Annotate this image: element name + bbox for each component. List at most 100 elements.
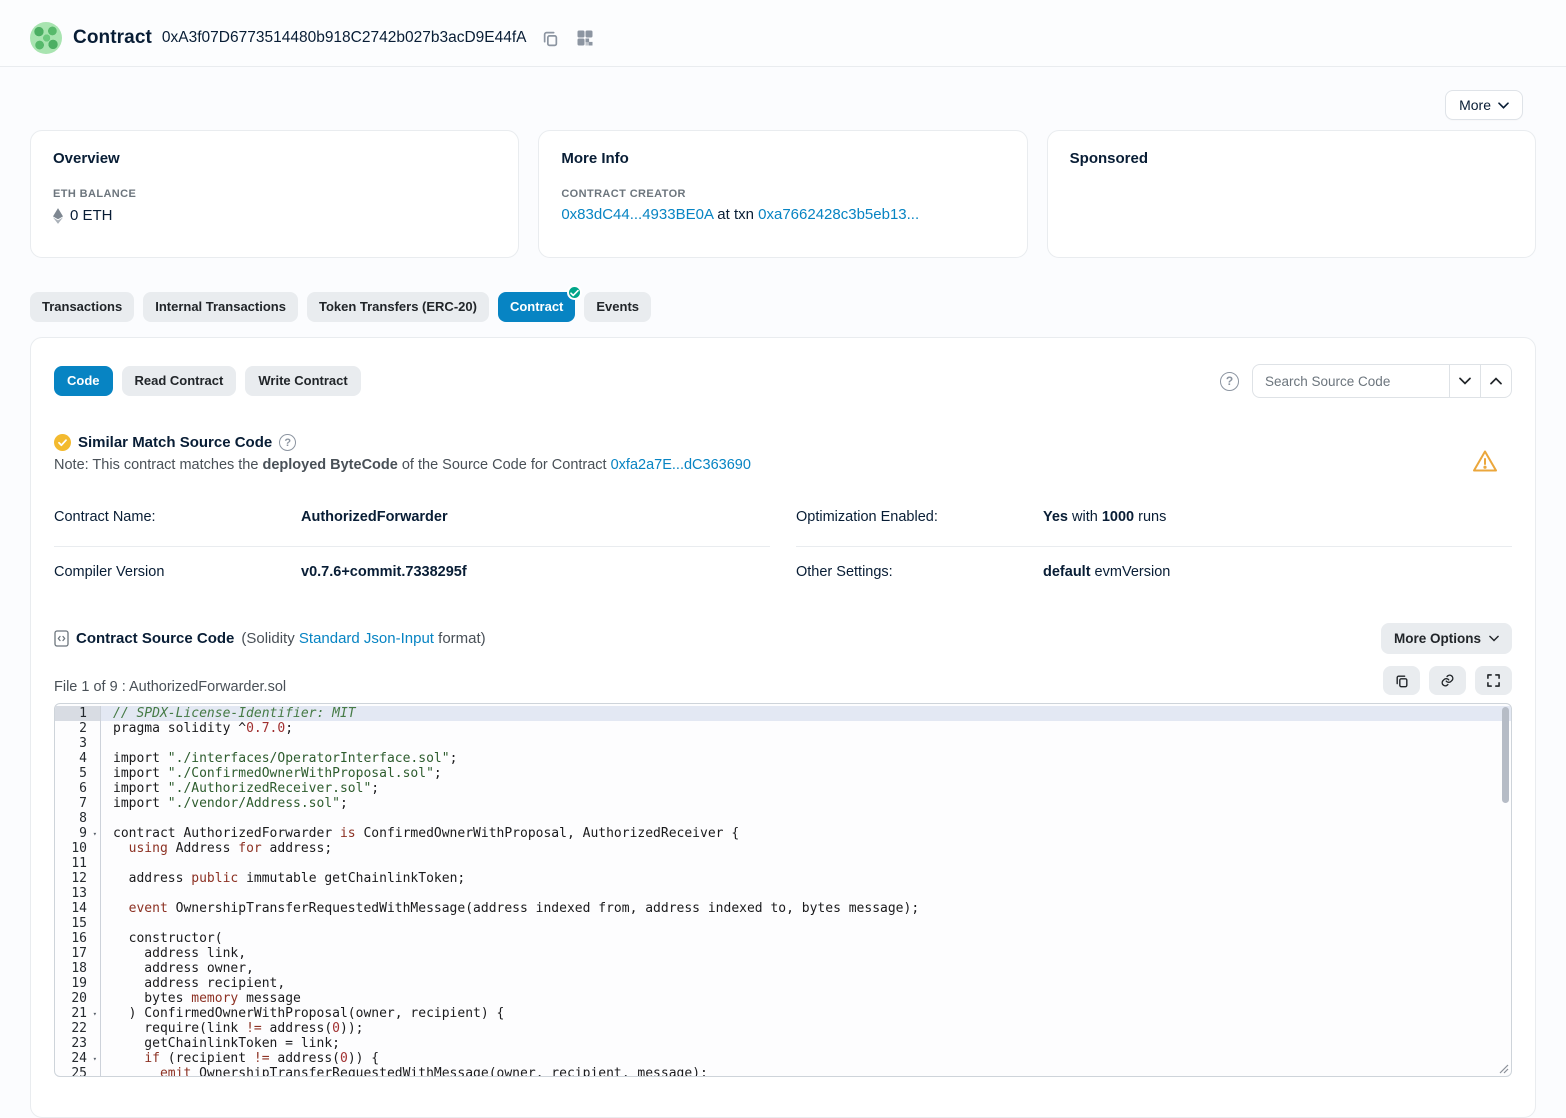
line-number: 16 — [55, 931, 100, 946]
tab-events[interactable]: Events — [584, 292, 651, 322]
code-line: constructor( — [101, 931, 1511, 946]
source-code-editor[interactable]: 123456789▾101112131415161718192021▾22232… — [54, 703, 1512, 1077]
optimization-value: Yes with 1000 runs — [1043, 509, 1166, 525]
line-number: 24▾ — [55, 1051, 100, 1066]
search-source-input[interactable] — [1252, 364, 1450, 398]
code-line: import "./vendor/Address.sol"; — [101, 796, 1511, 811]
line-number: 15 — [55, 916, 100, 931]
line-number: 18 — [55, 961, 100, 976]
tab-token-transfers-erc-20[interactable]: Token Transfers (ERC-20) — [307, 292, 489, 322]
contract-name-value: AuthorizedForwarder — [301, 509, 448, 525]
code-line: event OwnershipTransferRequestedWithMess… — [101, 901, 1511, 916]
fold-toggle-icon[interactable]: ▾ — [93, 827, 97, 842]
help-icon[interactable]: ? — [1220, 372, 1239, 391]
expand-icon-button[interactable] — [1475, 666, 1512, 695]
help-icon[interactable]: ? — [279, 434, 296, 451]
code-line: import "./AuthorizedReceiver.sol"; — [101, 781, 1511, 796]
tab-transactions[interactable]: Transactions — [30, 292, 134, 322]
match-note: Note: This contract matches the deployed… — [54, 457, 1472, 473]
page-title: Contract — [73, 27, 152, 49]
code-line: address public immutable getChainlinkTok… — [101, 871, 1511, 886]
contract-info-grid: Contract Name: AuthorizedForwarder Compi… — [54, 499, 1512, 601]
link-icon — [1440, 673, 1455, 688]
search-prev-button[interactable] — [1450, 364, 1481, 398]
sponsored-title: Sponsored — [1070, 150, 1513, 167]
permalink-button[interactable] — [1429, 666, 1466, 695]
subtab-read-contract[interactable]: Read Contract — [122, 366, 237, 396]
contract-creator-label: CONTRACT CREATOR — [561, 188, 1004, 200]
source-code-header: Contract Source Code (Solidity Standard … — [54, 623, 1512, 654]
fold-toggle-icon[interactable]: ▾ — [93, 1052, 97, 1067]
overview-title: Overview — [53, 150, 496, 167]
contract-identicon — [30, 22, 62, 54]
line-number: 3 — [55, 736, 100, 751]
line-number: 11 — [55, 856, 100, 871]
code-line: import "./ConfirmedOwnerWithProposal.sol… — [101, 766, 1511, 781]
line-number: 25 — [55, 1066, 100, 1077]
code-subtabs: Code Read Contract Write Contract — [54, 366, 361, 396]
code-file-icon — [54, 630, 69, 647]
line-number: 4 — [55, 751, 100, 766]
code-line: getChainlinkToken = link; — [101, 1036, 1511, 1051]
optimization-label: Optimization Enabled: — [796, 509, 1043, 525]
contract-address: 0xA3f07D6773514480b918C2742b027b3acD9E44… — [162, 29, 527, 47]
other-settings-row: Other Settings: default evmVersion — [796, 547, 1512, 601]
code-line: require(link != address(0)); — [101, 1021, 1511, 1036]
subtab-code[interactable]: Code — [54, 366, 113, 396]
qr-code-icon — [577, 30, 593, 46]
contract-panel: Code Read Contract Write Contract ? — [30, 337, 1536, 1118]
line-number: 23 — [55, 1036, 100, 1051]
overview-card: Overview ETH BALANCE 0 ETH — [30, 130, 519, 258]
code-line: contract AuthorizedForwarder is Confirme… — [101, 826, 1511, 841]
matched-contract-link[interactable]: 0xfa2a7E...dC363690 — [611, 457, 751, 473]
qr-code-button[interactable] — [575, 28, 595, 48]
editor-scrollbar[interactable] — [1502, 707, 1509, 803]
json-input-link[interactable]: Standard Json-Input — [299, 630, 434, 647]
creation-txn-link[interactable]: 0xa7662428c3b5eb13... — [758, 206, 919, 223]
line-number: 17 — [55, 946, 100, 961]
creator-address-link[interactable]: 0x83dC44...4933BE0A — [561, 206, 713, 223]
code-line — [101, 811, 1511, 826]
eth-balance-label: ETH BALANCE — [53, 188, 496, 200]
search-next-button[interactable] — [1481, 364, 1512, 398]
tab-label: Events — [596, 299, 639, 314]
line-number: 19 — [55, 976, 100, 991]
line-number: 1 — [55, 706, 100, 721]
code-line — [101, 916, 1511, 931]
summary-cards: Overview ETH BALANCE 0 ETH More Info CON… — [0, 130, 1566, 258]
code-line — [101, 736, 1511, 751]
code-line: import "./interfaces/OperatorInterface.s… — [101, 751, 1511, 766]
tab-contract[interactable]: Contract — [498, 292, 575, 322]
copy-address-button[interactable] — [540, 28, 561, 49]
page-header: Contract 0xA3f07D6773514480b918C2742b027… — [0, 0, 1566, 67]
tab-label: Internal Transactions — [155, 299, 286, 314]
code-line: address link, — [101, 946, 1511, 961]
code-line: emit OwnershipTransferRequestedWithMessa… — [101, 1066, 1511, 1076]
tab-internal-transactions[interactable]: Internal Transactions — [143, 292, 298, 322]
other-settings-value: default evmVersion — [1043, 564, 1170, 580]
resize-handle-icon[interactable] — [1497, 1062, 1509, 1074]
chevron-down-icon — [1498, 102, 1509, 109]
code-line: if (recipient != address(0)) { — [101, 1051, 1511, 1066]
fold-toggle-icon[interactable]: ▾ — [93, 1007, 97, 1022]
more-options-button[interactable]: More Options — [1381, 623, 1512, 654]
line-number: 20 — [55, 991, 100, 1006]
warning-icon[interactable] — [1472, 449, 1498, 473]
line-number: 9▾ — [55, 826, 100, 841]
source-search-area: ? — [1220, 364, 1512, 398]
code-lines: // SPDX-License-Identifier: MITpragma so… — [101, 706, 1511, 1076]
contract-name-label: Contract Name: — [54, 509, 301, 525]
subtab-write-contract[interactable]: Write Contract — [245, 366, 360, 396]
source-format-text: (Solidity Standard Json-Input format) — [241, 630, 485, 647]
similar-match-section: Similar Match Source Code ? Note: This c… — [54, 434, 1512, 473]
ethereum-icon — [53, 208, 63, 224]
tab-label: Token Transfers (ERC-20) — [319, 299, 477, 314]
optimization-row: Optimization Enabled: Yes with 1000 runs — [796, 499, 1512, 547]
line-number: 13 — [55, 886, 100, 901]
line-number: 21▾ — [55, 1006, 100, 1021]
code-line: bytes memory message — [101, 991, 1511, 1006]
more-button[interactable]: More — [1445, 90, 1523, 120]
more-button-label: More — [1459, 97, 1491, 113]
copy-source-button[interactable] — [1383, 666, 1420, 695]
code-line: address recipient, — [101, 976, 1511, 991]
